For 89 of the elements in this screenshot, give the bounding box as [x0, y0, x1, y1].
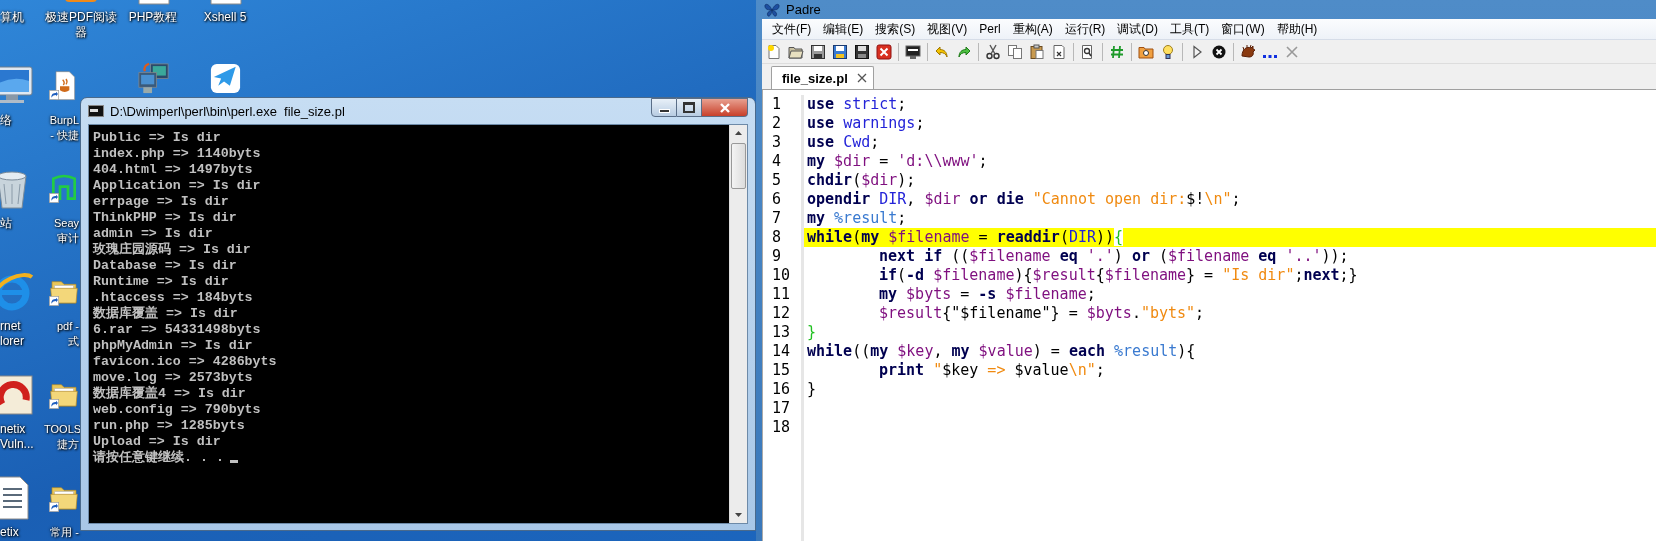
desktop-icon-label[interactable]: 常用 - [44, 525, 79, 540]
floppy-icon[interactable] [810, 43, 826, 60]
menu-item[interactable]: 编辑(E) [817, 20, 870, 38]
desktop-icon-label[interactable]: PHP教程 [128, 10, 178, 25]
console-line: 请按任意键继续. . . [93, 450, 224, 466]
code-line: use strict; [806, 95, 908, 114]
lightbulb-icon[interactable] [1160, 43, 1176, 60]
desktop-icon-label[interactable]: Xshell 5 [203, 10, 247, 25]
console-line: 数据库覆盖 => Is dir [93, 306, 238, 322]
desktop-icon-label[interactable]: etix [0, 525, 19, 540]
console-line: move.log => 2573byts [93, 370, 253, 385]
console-line: Upload => Is dir [93, 434, 221, 450]
console-line: index.php => 1140byts [93, 146, 261, 162]
console-line: 数据库覆盖4 => Is dir [93, 386, 246, 402]
paste-icon[interactable] [1029, 43, 1045, 60]
console-line: Public => Is dir [93, 130, 221, 146]
code-line: use Cwd; [806, 133, 881, 152]
document-icon[interactable] [1051, 43, 1067, 60]
copy-icon[interactable] [1007, 43, 1023, 60]
console-line: web.config => 790byts [93, 402, 261, 418]
hash-icon[interactable] [1109, 43, 1125, 60]
menu-item[interactable]: 视图(V) [921, 20, 974, 38]
desktop-icon-label[interactable]: netix Vuln... [0, 422, 34, 452]
console-icon [88, 105, 104, 117]
desktop-icon-label[interactable]: Seay 审计 [44, 216, 79, 246]
code-line: print "$key => $value\n"; [878, 361, 1106, 380]
critter-icon[interactable] [1240, 43, 1256, 60]
file-tab[interactable]: file_size.pl [771, 66, 874, 89]
butterfly-icon [764, 2, 780, 17]
desktop-icon-label[interactable]: BurpL - 快捷 [44, 113, 79, 143]
console-line: Runtime => Is dir [93, 274, 229, 290]
console-line: errpage => Is dir [93, 194, 229, 210]
minimize-button[interactable] [651, 98, 677, 117]
desktop-icon-label[interactable]: rnet lorer [0, 319, 24, 349]
window-title: D:\Dwimperl\perl\bin\perl.exe file_size.pl [110, 103, 345, 119]
desktop-icon-label[interactable]: TOOLS 捷方 [44, 422, 79, 452]
code-line: use warnings; [806, 114, 926, 133]
console-line: .htaccess => 184byts [93, 290, 253, 305]
desktop-icon-label[interactable]: 极速PDF阅读 器 [45, 10, 117, 40]
code-line: opendir DIR, $dir or die "Cannot open dir:$!\n"; [806, 190, 1242, 209]
console-line: favicon.ico => 4286byts [93, 354, 277, 370]
menu-item[interactable]: Perl [973, 22, 1007, 36]
menu-item[interactable]: 帮助(H) [1270, 20, 1324, 38]
desktop-icon-label[interactable]: 算机 [0, 10, 24, 25]
stop-icon[interactable] [1211, 43, 1227, 60]
console-line: 玫瑰庄园源码 => Is dir [93, 242, 251, 258]
computer-icon[interactable] [135, 61, 171, 96]
close-button[interactable] [702, 98, 748, 117]
code-line: next if (($filename eq '.') or ($filename eq '..')); [878, 247, 1350, 266]
floppy-icon[interactable] [854, 43, 870, 60]
desktop-icon-label[interactable]: 络 [0, 113, 12, 128]
code-line: $result{"$filename"} = $byts."byts"; [878, 304, 1206, 323]
menu-item[interactable]: 窗口(W) [1215, 20, 1271, 38]
scissors-icon[interactable] [985, 43, 1001, 60]
floppy-icon[interactable] [832, 43, 848, 60]
code-line: my $dir = 'd:\\www'; [806, 152, 989, 171]
code-line: if(-d $filename){$result{$filename} = "Is dir";next;} [878, 266, 1359, 285]
code-line: chdir($dir); [806, 171, 917, 190]
menu-item[interactable]: 运行(R) [1058, 20, 1112, 38]
menu-item[interactable]: 文件(F) [766, 20, 818, 38]
code-line: while((my $key, my $value) = each %result){ [806, 342, 1197, 361]
menu-item[interactable]: 搜索(S) [869, 20, 922, 38]
desktop-icon-label[interactable]: 站 [0, 216, 12, 231]
menu-item[interactable]: 重构(A) [1006, 20, 1059, 38]
code-line: my $byts = -s $filename; [878, 285, 1097, 304]
screen-icon[interactable] [905, 43, 921, 60]
close-icon [718, 102, 731, 113]
new-file-icon[interactable] [766, 43, 782, 60]
code-line: } [806, 380, 818, 399]
scroll-thumb[interactable] [731, 143, 746, 189]
scrollbar[interactable] [729, 125, 747, 523]
desktop-icon-label[interactable]: pdf - 式 [44, 319, 79, 349]
menu-item[interactable]: 工具(T) [1164, 20, 1216, 38]
console-line: Database => Is dir [93, 258, 237, 274]
console-line: ThinkPHP => Is dir [93, 210, 237, 226]
close-icon[interactable] [876, 43, 892, 60]
tab-label: file_size.pl [782, 70, 848, 86]
code-editor[interactable] [762, 90, 1656, 541]
close-icon[interactable] [856, 73, 867, 83]
console-line: 6.rar => 54331498byts [93, 322, 261, 338]
code-line: my %result; [806, 209, 908, 228]
maximize-button[interactable] [677, 98, 702, 117]
menu-item[interactable]: 调试(D) [1111, 20, 1164, 38]
console-line: Application => Is dir [93, 178, 261, 194]
console-line: run.php => 1285byts [93, 418, 245, 434]
console-line: phpMyAdmin => Is dir [93, 338, 253, 354]
window-title: Padre [786, 2, 821, 17]
console-line: admin => Is dir [93, 226, 213, 242]
console-line: 404.html => 1497byts [93, 162, 253, 178]
